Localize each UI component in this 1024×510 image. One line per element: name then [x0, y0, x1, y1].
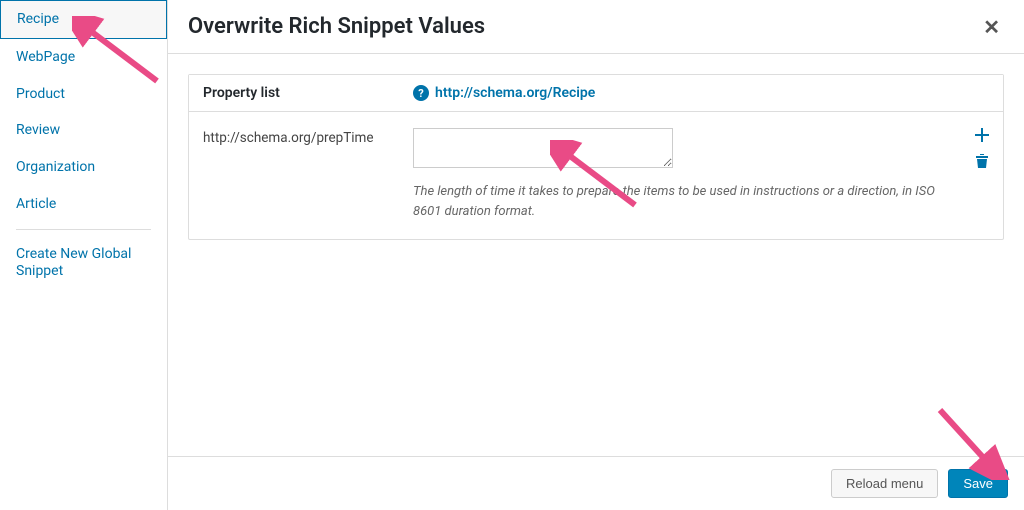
property-actions: [959, 128, 989, 221]
property-description: The length of time it takes to prepare t…: [413, 182, 959, 221]
help-icon[interactable]: ?: [413, 85, 429, 101]
footer: Reload menu Save: [168, 456, 1024, 510]
property-value-input[interactable]: [413, 128, 673, 168]
property-panel: Property list ? http://schema.org/Recipe…: [188, 74, 1004, 240]
property-value-col: The length of time it takes to prepare t…: [413, 128, 959, 221]
header: Overwrite Rich Snippet Values ✕: [168, 0, 1024, 54]
content: Property list ? http://schema.org/Recipe…: [168, 54, 1024, 456]
sidebar-item-recipe[interactable]: Recipe: [0, 0, 167, 39]
save-button[interactable]: Save: [948, 469, 1008, 498]
sidebar-item-product[interactable]: Product: [0, 76, 167, 113]
sidebar: Recipe WebPage Product Review Organizati…: [0, 0, 168, 510]
close-icon[interactable]: ✕: [979, 15, 1004, 39]
page-title: Overwrite Rich Snippet Values: [188, 14, 485, 39]
sidebar-divider: [16, 229, 151, 230]
property-name: http://schema.org/prepTime: [203, 128, 413, 221]
sidebar-item-article[interactable]: Article: [0, 186, 167, 223]
panel-body: http://schema.org/prepTime The length of…: [189, 112, 1003, 239]
trash-icon[interactable]: [975, 153, 989, 171]
main: Overwrite Rich Snippet Values ✕ Property…: [168, 0, 1024, 510]
sidebar-item-review[interactable]: Review: [0, 112, 167, 149]
panel-header: Property list ? http://schema.org/Recipe: [189, 75, 1003, 112]
reload-menu-button[interactable]: Reload menu: [831, 469, 938, 498]
add-icon[interactable]: [975, 128, 989, 145]
property-list-header: Property list: [203, 85, 413, 101]
sidebar-item-organization[interactable]: Organization: [0, 149, 167, 186]
create-global-snippet-link[interactable]: Create New Global Snippet: [0, 236, 167, 290]
sidebar-item-webpage[interactable]: WebPage: [0, 39, 167, 76]
schema-link[interactable]: http://schema.org/Recipe: [435, 85, 595, 101]
